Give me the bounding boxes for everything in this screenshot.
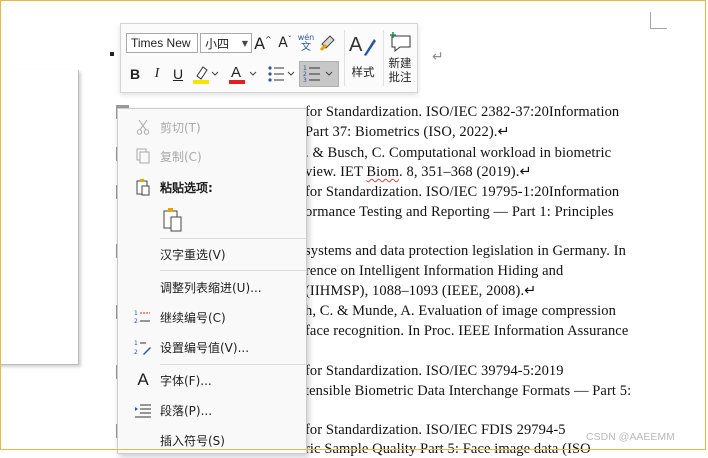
paragraph-icon (134, 401, 152, 419)
menu-label-cut: 剪切(T) (160, 120, 201, 135)
menu-label-copy: 复制(C) (160, 149, 202, 164)
doc-text-line[interactable]: view. IET Biom. 8, 351–368 (2019).↵ (305, 164, 532, 181)
menu-divider (160, 238, 306, 239)
doc-text-line[interactable]: for Standardization. ISO/IEC FDIS 29794-… (305, 422, 566, 439)
font-color-icon: A (229, 64, 257, 84)
new-comment-label-line1: 新建 (388, 56, 412, 70)
doc-text-line[interactable]: systems and data protection legislation … (305, 243, 626, 260)
styles-icon: A (349, 34, 376, 56)
misspelled-word[interactable]: Biom (366, 164, 399, 180)
new-comment-button[interactable] (387, 29, 415, 55)
svg-text:2: 2 (134, 349, 138, 356)
doc-text-line[interactable]: ric Sample Quality Part 5: Face image da… (305, 441, 591, 458)
grow-font-icon: A (254, 33, 266, 53)
italic-button[interactable]: I (150, 64, 164, 84)
doc-text-line[interactable]: face recognition. In Proc. IEEE Informat… (305, 323, 628, 340)
paste-options-header: 粘贴选项: (118, 173, 306, 201)
menu-label-font: 字体(F)... (160, 373, 212, 388)
doc-text-line[interactable]: Part 37: Biometrics (ISO, 2022).↵ (305, 124, 510, 141)
copy-icon (134, 147, 152, 165)
styles-label: 样式 (351, 65, 375, 79)
menu-label-set-numbering-value: 设置编号值(V)... (160, 340, 250, 355)
svg-text:A: A (349, 34, 363, 56)
bold-button[interactable]: B (128, 64, 142, 84)
doc-text-line[interactable]: for Standardization. ISO/IEC 2382-37:20I… (305, 104, 619, 121)
highlighter-icon (193, 66, 219, 84)
list-bullet (110, 52, 114, 56)
doc-text-line[interactable]: (IIHMSP), 1088–1093 (IEEE, 2008).↵ (305, 283, 536, 300)
page-corner-mark (650, 12, 667, 29)
menu-item-cut[interactable]: 剪切(T) (118, 113, 306, 141)
format-painter-button[interactable] (318, 33, 338, 53)
chevron-down-icon: ▼ (241, 39, 248, 48)
font-icon: A (137, 370, 149, 389)
doc-text-line[interactable]: rence on Intelligent Information Hiding … (305, 263, 563, 280)
menu-item-reconvert[interactable]: 汉字重选(V) (118, 240, 306, 268)
watermark: CSDN @AAEEMM (586, 431, 675, 443)
phonetic-guide-button[interactable]: wén 文 (297, 31, 315, 55)
format-painter-icon (319, 35, 335, 52)
shrink-font-button[interactable]: Aˇ (275, 32, 295, 54)
menu-divider (160, 270, 306, 271)
styles-button[interactable]: A (348, 30, 378, 60)
numbering-button[interactable]: 1 2 3 (299, 61, 339, 87)
underline-button[interactable]: U (171, 64, 185, 84)
menu-label-reconvert: 汉字重选(V) (160, 247, 226, 262)
grow-font-button[interactable]: A ^ (253, 32, 273, 54)
menu-label-paste-options: 粘贴选项: (160, 180, 213, 195)
comment-icon (390, 32, 411, 53)
phonetic-bottom: 文 (301, 42, 311, 53)
highlight-color-button[interactable] (191, 62, 219, 86)
page-preview-edge (0, 70, 79, 365)
menu-label-continue-numbering: 继续编号(C) (160, 310, 226, 325)
paste-keep-text-only-button[interactable] (158, 205, 190, 235)
doc-text-line[interactable]: . & Busch, C. Computational workload in … (305, 145, 611, 162)
doc-text-line[interactable]: for Standardization. ISO/IEC 19795-1:20I… (305, 184, 619, 201)
font-size-select[interactable]: 小四 ▼ (200, 33, 252, 53)
menu-item-copy[interactable]: 复制(C) (118, 142, 306, 170)
menu-item-font[interactable]: A 字体(F)... (118, 366, 306, 394)
clipboard-icon (134, 178, 152, 196)
svg-text:2: 2 (134, 318, 138, 325)
doc-text-line[interactable]: for Standardization. ISO/IEC 39794-5:201… (305, 363, 564, 380)
menu-item-adjust-list-indent[interactable]: 调整列表缩进(U)... (118, 273, 306, 301)
svg-text:3: 3 (303, 77, 307, 84)
menu-item-set-numbering-value[interactable]: 12 设置编号值(V)... (118, 333, 306, 361)
continue-numbering-icon: 12 (134, 308, 152, 326)
svg-text:A: A (231, 64, 241, 81)
menu-item-paragraph[interactable]: 段落(P)... (118, 396, 306, 424)
menu-label-insert-symbol: 插入符号(S) (160, 433, 225, 448)
mini-toolbar: Times New 小四 ▼ A ^ Aˇ wén 文 B I U A 1 2 … (120, 23, 418, 93)
set-numbering-value-icon: 12 (134, 338, 152, 356)
new-comment-label: 新建 批注 (384, 56, 416, 84)
menu-divider (160, 364, 306, 365)
font-name-select[interactable]: Times New (126, 33, 198, 53)
caret-down-small-icon: ˇ (287, 34, 292, 44)
menu-item-continue-numbering[interactable]: 12 继续编号(C) (118, 303, 306, 331)
context-menu: 剪切(T) 复制(C) 粘贴选项: 汉字重选(V) 调整列表缩进(U)... 1… (117, 108, 307, 454)
toolbar-divider (344, 30, 345, 86)
bullets-button[interactable] (266, 62, 296, 86)
font-name-value: Times New (131, 36, 191, 50)
svg-text:1: 1 (134, 340, 138, 347)
svg-text:1: 1 (134, 310, 138, 317)
doc-text-line[interactable]: h, C. & Munde, A. Evaluation of image co… (305, 303, 616, 320)
caret-up-icon: ^ (265, 34, 272, 44)
paste-text-only-icon (163, 208, 182, 232)
paragraph-mark: ↵ (432, 49, 444, 65)
font-size-value: 小四 (205, 36, 230, 51)
shrink-font-icon: A (278, 35, 288, 51)
scissors-icon (134, 118, 152, 136)
new-comment-label-line2: 批注 (388, 70, 412, 84)
doc-text-line[interactable]: ormance Testing and Reporting — Part 1: … (305, 204, 614, 221)
menu-label-paragraph: 段落(P)... (160, 403, 213, 418)
bullets-icon (268, 66, 295, 82)
menu-label-adjust-list-indent: 调整列表缩进(U)... (160, 280, 262, 295)
font-color-button[interactable]: A (228, 62, 258, 86)
menu-item-insert-symbol[interactable]: 插入符号(S) (118, 426, 306, 454)
numbered-list-icon: 1 2 3 (303, 65, 333, 84)
doc-text-line[interactable]: tensible Biometric Data Interchange Form… (305, 383, 631, 400)
